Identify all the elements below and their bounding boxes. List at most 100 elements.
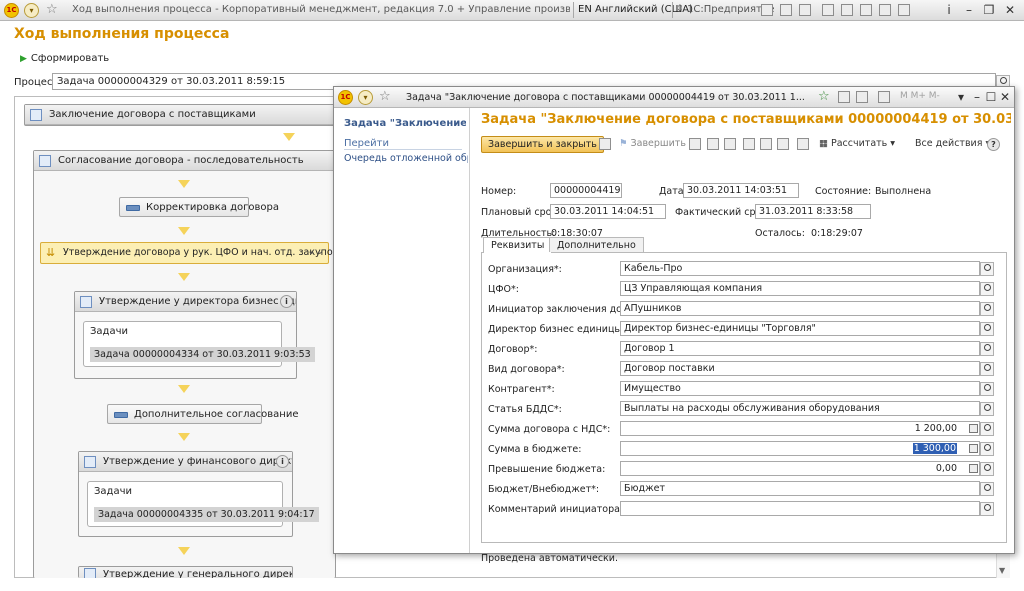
link-icon[interactable] (838, 91, 850, 103)
search-icon[interactable] (980, 302, 994, 316)
date-field[interactable]: 30.03.2011 14:03:51 (683, 183, 799, 198)
node-contract-correction[interactable]: Корректировка договора (119, 197, 279, 217)
search-icon[interactable] (980, 362, 994, 376)
field-contract-amount[interactable]: 1 200,00 (620, 421, 980, 436)
task-heading: Задача "Заключение договора с поставщика… (481, 112, 1011, 127)
field-budget-type[interactable]: Бюджет (620, 481, 980, 496)
field-cfo[interactable]: ЦЗ Управляющая компания (620, 281, 980, 296)
favorite-icon[interactable]: ☆ (818, 89, 830, 104)
field-organization[interactable]: Кабель-Про (620, 261, 980, 276)
nav-link-deferred-queue[interactable]: Очередь отложенной обра... (344, 153, 468, 164)
calculate-button[interactable]: ▦ Рассчитать ▾ (815, 136, 899, 153)
field-cashflow-item[interactable]: Выплаты на расходы обслуживания оборудов… (620, 401, 980, 416)
search-icon[interactable] (980, 382, 994, 396)
field-budget-amount[interactable]: 1 300,00 (620, 441, 980, 456)
step-title: Утверждение у финансового директора (103, 456, 292, 467)
field-contract-type[interactable]: Договор поставки (620, 361, 980, 376)
copy-icon[interactable] (689, 138, 701, 150)
step-header: Утверждение у финансового директора (79, 452, 292, 472)
complete-button[interactable]: ⚑ Завершить (615, 136, 690, 153)
tab-requisites[interactable]: Реквизиты (483, 237, 553, 253)
planned-field[interactable]: 30.03.2011 14:04:51 (550, 204, 666, 219)
field-initiator[interactable]: АПушников (620, 301, 980, 316)
tab-additional[interactable]: Дополнительно (549, 237, 644, 252)
scroll-down-icon[interactable]: ▼ (999, 566, 1005, 575)
field-counterparty[interactable]: Имущество (620, 381, 980, 396)
minimize-icon[interactable]: – (960, 1, 978, 19)
window-title: Ход выполнения процесса - Корпоративный … (72, 4, 570, 15)
remaining-value: 0:18:29:07 (811, 228, 863, 239)
step-general-director[interactable]: Утверждение у генерального директора (78, 566, 293, 578)
node-approve-cfo[interactable]: ⇊ Утверждение договора у рук. ЦФО и нач.… (40, 242, 338, 264)
task-form: Задача "Заключение договора с поставщика… (471, 108, 1014, 564)
open-icon[interactable] (724, 138, 736, 150)
all-actions-button[interactable]: Все действия ▾ (911, 136, 994, 153)
field-initiator-comment[interactable] (620, 501, 980, 516)
task-window-titlebar: 1С ▾ ☆ Задача "Заключение договора с пос… (334, 87, 1014, 108)
node-additional-approval[interactable]: Дополнительное согласование (107, 404, 298, 424)
field-label-organization: Организация*: (488, 264, 562, 275)
main-menu-icon[interactable]: ▾ (24, 3, 39, 18)
minus-icon[interactable] (743, 138, 755, 150)
spell-icon[interactable] (777, 138, 789, 150)
step-director-bu[interactable]: Утверждение у директора бизнес единицы i… (74, 291, 315, 379)
attach-icon[interactable] (760, 138, 772, 150)
search-icon[interactable] (980, 402, 994, 416)
collapse-icon[interactable]: ⌄⌄ (307, 246, 324, 257)
spinner-icon[interactable]: ⇕ (676, 4, 684, 14)
task-link[interactable]: Задача 00000004335 от 30.03.2011 9:04:17 (94, 507, 319, 522)
save-icon[interactable] (599, 138, 611, 150)
search-icon[interactable] (980, 282, 994, 296)
group-contract-conclusion[interactable]: Заключение договора с поставщиками (24, 104, 336, 126)
field-contract[interactable]: Договор 1 (620, 341, 980, 356)
task-link[interactable]: Задача 00000004334 от 30.03.2011 9:03:53 (90, 347, 315, 362)
search-icon[interactable] (980, 442, 994, 456)
search-icon[interactable] (980, 322, 994, 336)
calculator-icon[interactable] (969, 464, 978, 473)
1c-logo-icon[interactable]: 1С (338, 90, 353, 105)
parallel-icon: ⇊ (46, 246, 56, 259)
field-bu-director[interactable]: Директор бизнес-единицы "Торговля" (620, 321, 980, 336)
complete-and-close-button[interactable]: Завершить и закрыть (481, 136, 604, 153)
info-icon[interactable]: i (276, 455, 289, 468)
help-icon[interactable]: ? (987, 138, 1000, 151)
step-fin-director[interactable]: Утверждение у финансового директора i За… (78, 451, 319, 537)
calendar-icon[interactable] (860, 4, 872, 16)
memory-icon[interactable] (898, 4, 910, 16)
search-icon[interactable] (980, 342, 994, 356)
search-icon[interactable] (980, 502, 994, 516)
maximize-icon[interactable]: ❐ (980, 1, 998, 19)
history-icon[interactable] (841, 4, 853, 16)
close-icon[interactable]: ✕ (1001, 1, 1019, 19)
favorites-icon[interactable] (822, 4, 834, 16)
nav-heading[interactable]: Задача "Заключение ... (344, 118, 466, 129)
search-icon[interactable] (980, 422, 994, 436)
post-icon[interactable] (707, 138, 719, 150)
calculator-icon[interactable] (969, 444, 978, 453)
close-icon[interactable]: ✕ (996, 88, 1014, 106)
search-icon[interactable] (980, 262, 994, 276)
print-icon[interactable] (780, 4, 792, 16)
memory-icons[interactable]: M M+ M- (900, 91, 940, 101)
calculator-icon[interactable] (878, 91, 890, 103)
calculator-icon[interactable] (969, 424, 978, 433)
number-field[interactable]: 00000004419 (550, 183, 622, 198)
field-budget-excess[interactable]: 0,00 (620, 461, 980, 476)
1c-logo-icon[interactable]: 1С (4, 3, 19, 18)
print-icon[interactable] (797, 138, 809, 150)
star-icon[interactable]: ☆ (46, 2, 58, 17)
actual-field[interactable]: 31.03.2011 8:33:58 (755, 204, 871, 219)
save-icon[interactable] (761, 4, 773, 16)
star-icon[interactable]: ☆ (379, 89, 391, 104)
calculator-icon[interactable] (879, 4, 891, 16)
calendar-icon[interactable] (856, 91, 868, 103)
window-menu-icon[interactable]: ▾ (358, 90, 373, 105)
search-icon[interactable] (980, 482, 994, 496)
preview-icon[interactable] (799, 4, 811, 16)
generate-button[interactable]: ▶ Сформировать (20, 53, 109, 64)
info-icon[interactable]: i (280, 295, 293, 308)
search-icon[interactable] (980, 462, 994, 476)
help-icon[interactable]: i (940, 1, 958, 19)
dropdown-icon: ▾ (887, 138, 896, 149)
field-label-contract-type: Вид договора*: (488, 364, 565, 375)
